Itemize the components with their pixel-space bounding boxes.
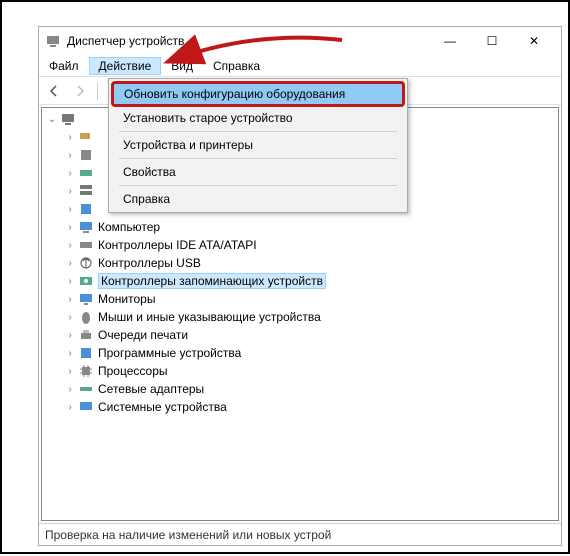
mouse-icon <box>78 309 94 325</box>
expander-icon[interactable]: › <box>64 150 76 161</box>
storage-icon <box>78 273 94 289</box>
status-text: Проверка на наличие изменений или новых … <box>45 528 331 542</box>
menu-devices-printers[interactable]: Устройства и принтеры <box>111 134 405 156</box>
expander-icon[interactable]: › <box>64 294 76 305</box>
expander-icon[interactable]: ⌄ <box>46 114 58 125</box>
tree-item-storage[interactable]: ›Контроллеры запоминающих устройств <box>42 272 558 290</box>
menu-install-legacy[interactable]: Установить старое устройство <box>111 107 405 129</box>
expander-icon[interactable]: › <box>64 132 76 143</box>
tree-item-cpu[interactable]: ›Процессоры <box>42 362 558 380</box>
menu-view[interactable]: Вид <box>161 57 203 75</box>
expander-icon[interactable]: › <box>64 312 76 323</box>
expander-icon[interactable]: › <box>64 348 76 359</box>
printer-icon <box>78 327 94 343</box>
device-icon <box>78 147 94 163</box>
tree-item-network[interactable]: ›Сетевые адаптеры <box>42 380 558 398</box>
action-dropdown: Обновить конфигурацию оборудования Устан… <box>108 78 408 213</box>
expander-icon[interactable]: › <box>64 258 76 269</box>
device-manager-icon <box>45 33 61 49</box>
close-button[interactable]: ✕ <box>513 27 555 55</box>
expander-icon[interactable]: › <box>64 186 76 197</box>
menu-separator <box>119 158 397 159</box>
menu-action[interactable]: Действие <box>89 57 162 75</box>
statusbar: Проверка на наличие изменений или новых … <box>39 523 561 545</box>
tree-item-usb[interactable]: ›Контроллеры USB <box>42 254 558 272</box>
menu-help[interactable]: Справка <box>203 57 270 75</box>
tree-item-mouse[interactable]: ›Мыши и иные указывающие устройства <box>42 308 558 326</box>
device-icon <box>78 165 94 181</box>
expander-icon[interactable]: › <box>64 222 76 233</box>
network-icon <box>78 381 94 397</box>
window-title: Диспетчер устройств <box>67 34 429 48</box>
forward-button[interactable] <box>69 80 91 102</box>
expander-icon[interactable]: › <box>64 204 76 215</box>
expander-icon[interactable]: › <box>64 402 76 413</box>
menu-separator <box>119 185 397 186</box>
tree-item-ide[interactable]: ›Контроллеры IDE ATA/ATAPI <box>42 236 558 254</box>
computer-root-icon <box>60 111 76 127</box>
tree-item-system[interactable]: ›Системные устройства <box>42 398 558 416</box>
maximize-button[interactable]: ☐ <box>471 27 513 55</box>
ide-icon <box>78 237 94 253</box>
monitor-icon <box>78 291 94 307</box>
menu-separator <box>119 131 397 132</box>
system-icon <box>78 399 94 415</box>
tree-item-print[interactable]: ›Очереди печати <box>42 326 558 344</box>
expander-icon[interactable]: › <box>64 330 76 341</box>
expander-icon[interactable]: › <box>64 366 76 377</box>
expander-icon[interactable]: › <box>64 384 76 395</box>
cpu-icon <box>78 363 94 379</box>
menu-help[interactable]: Справка <box>111 188 405 210</box>
tree-item-software[interactable]: ›Программные устройства <box>42 344 558 362</box>
menubar: Файл Действие Вид Справка <box>39 55 561 77</box>
expander-icon[interactable]: › <box>64 168 76 179</box>
tree-item-monitors[interactable]: ›Мониторы <box>42 290 558 308</box>
software-icon <box>78 345 94 361</box>
back-button[interactable] <box>43 80 65 102</box>
device-icon <box>78 183 94 199</box>
device-icon <box>78 129 94 145</box>
computer-icon <box>78 219 94 235</box>
menu-properties[interactable]: Свойства <box>111 161 405 183</box>
menu-file[interactable]: Файл <box>39 57 89 75</box>
menu-update-hardware[interactable]: Обновить конфигурацию оборудования <box>111 81 405 107</box>
titlebar: Диспетчер устройств — ☐ ✕ <box>39 27 561 55</box>
expander-icon[interactable]: › <box>64 276 76 287</box>
tree-item-computer[interactable]: ›Компьютер <box>42 218 558 236</box>
device-icon <box>78 201 94 217</box>
expander-icon[interactable]: › <box>64 240 76 251</box>
minimize-button[interactable]: — <box>429 27 471 55</box>
usb-icon <box>78 255 94 271</box>
